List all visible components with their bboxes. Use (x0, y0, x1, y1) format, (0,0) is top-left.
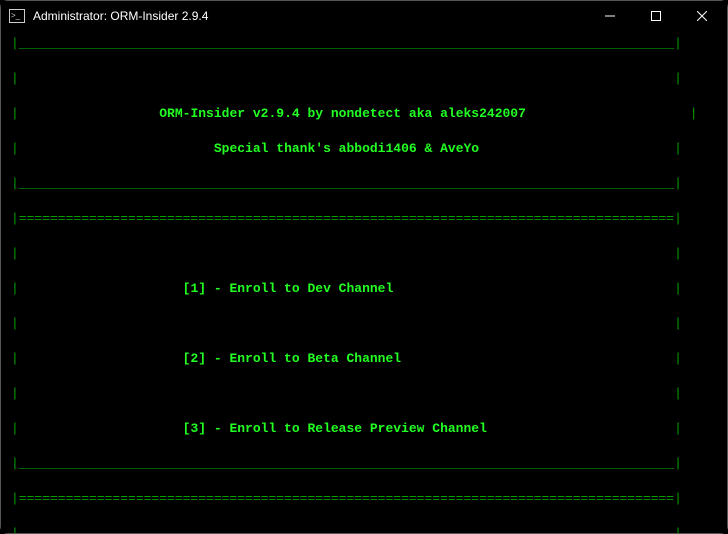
close-button[interactable] (679, 1, 725, 31)
separator-thin: |_______________________________________… (11, 455, 717, 473)
separator-thin: |_______________________________________… (11, 175, 717, 193)
cmd-icon: >_ (9, 9, 25, 23)
separator-blank: | | (11, 245, 717, 263)
window-title: Administrator: ORM-Insider 2.9.4 (33, 9, 208, 23)
separator-blank: | | (11, 70, 717, 88)
minimize-button[interactable] (587, 1, 633, 31)
separator-blank: | | (11, 385, 717, 403)
maximize-button[interactable] (633, 1, 679, 31)
separator-blank: | | (11, 315, 717, 333)
separator-blank: | | (11, 525, 717, 533)
separator-thick: |=======================================… (11, 210, 717, 228)
option-2: | [2] - Enroll to Beta Channel | (11, 350, 717, 368)
separator-thin: |_______________________________________… (11, 35, 717, 53)
titlebar: >_ Administrator: ORM-Insider 2.9.4 (1, 1, 727, 31)
separator-thick: |=======================================… (11, 490, 717, 508)
header-line-1: | ORM-Insider v2.9.4 by nondetect aka al… (11, 105, 717, 123)
header-line-2: | Special thank's abbodi1406 & AveYo | (11, 140, 717, 158)
terminal[interactable]: |_______________________________________… (1, 31, 727, 533)
option-3: | [3] - Enroll to Release Preview Channe… (11, 420, 717, 438)
option-1: | [1] - Enroll to Dev Channel | (11, 280, 717, 298)
